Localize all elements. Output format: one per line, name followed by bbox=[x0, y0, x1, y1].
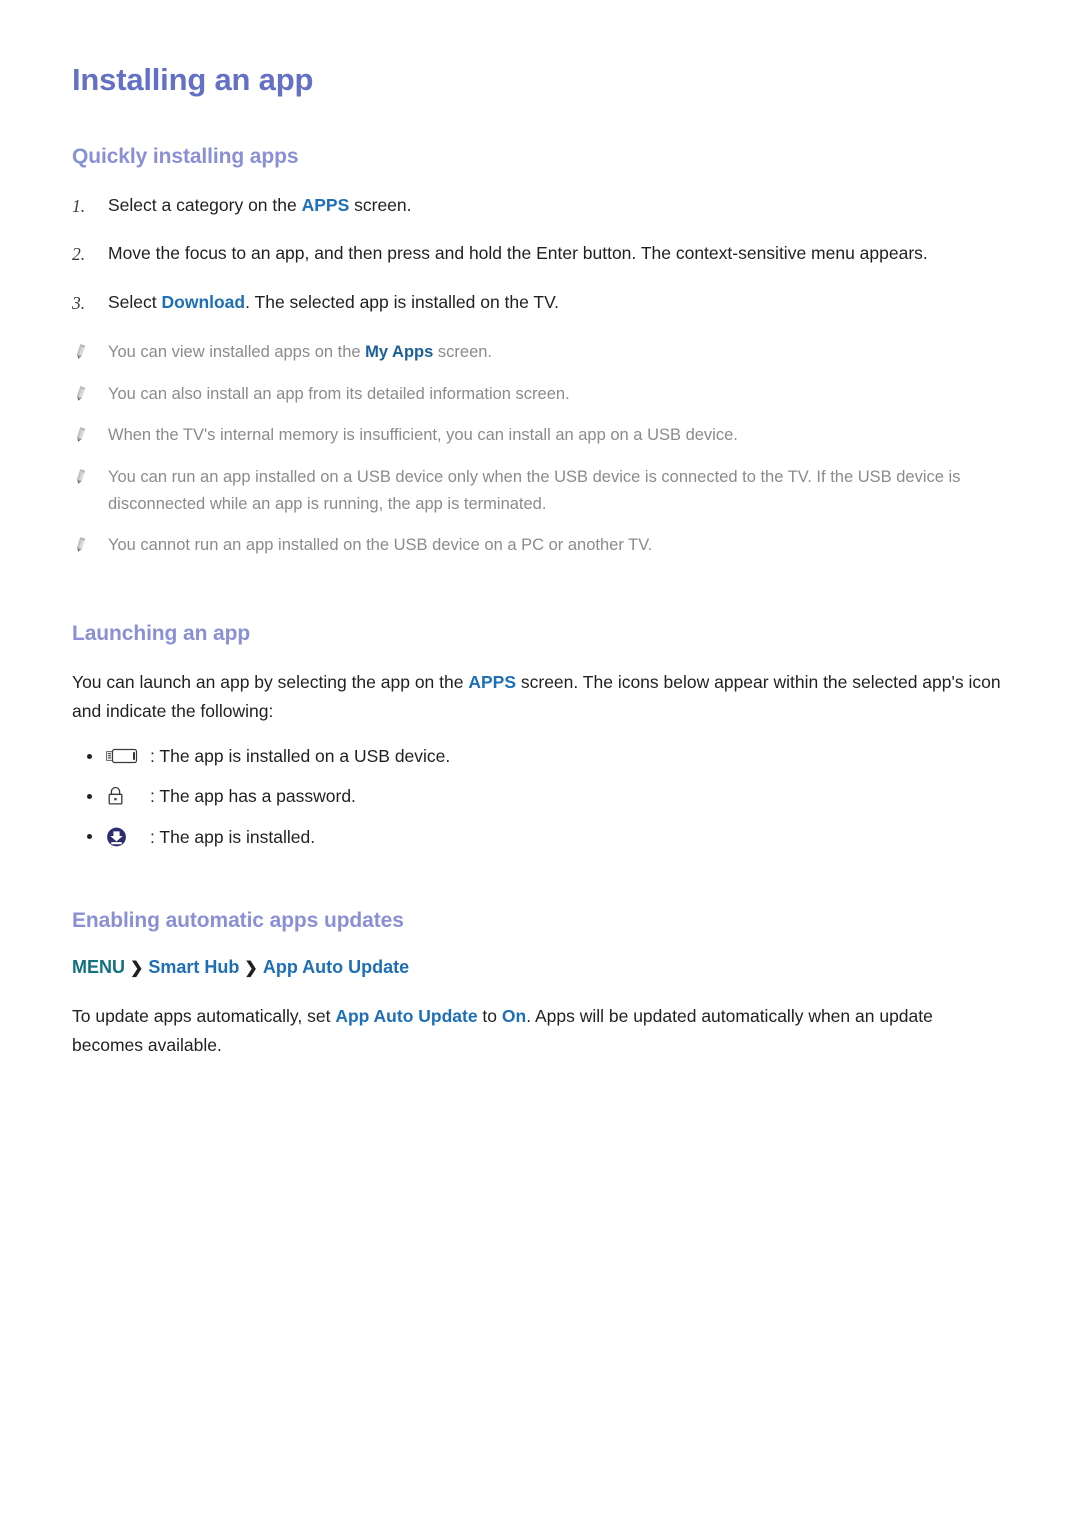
step-text: Move the focus to an app, and then press… bbox=[108, 243, 928, 264]
section-quickly-installing-apps: Quickly installing apps 1. Select a cate… bbox=[72, 144, 1018, 560]
note-text-post: screen. bbox=[433, 342, 493, 361]
inline-link-my-apps[interactable]: My Apps bbox=[365, 343, 433, 361]
step-item: 2. Move the focus to an app, and then pr… bbox=[72, 239, 1018, 268]
legend-item-usb: : The app is installed on a USB device. bbox=[72, 743, 1018, 769]
step-item: 1. Select a category on the APPS screen. bbox=[72, 191, 1018, 220]
note-text: You can also install an app from its det… bbox=[108, 384, 570, 403]
note-item: When the TV's internal memory is insuffi… bbox=[72, 422, 1018, 449]
bullet-dot bbox=[72, 753, 106, 759]
pencil-icon bbox=[72, 532, 108, 553]
note-text: You cannot run an app installed on the U… bbox=[108, 536, 653, 555]
inline-link-apps[interactable]: APPS bbox=[468, 672, 516, 692]
note-item: You can view installed apps on the My Ap… bbox=[72, 339, 1018, 366]
download-badge-icon bbox=[106, 826, 150, 848]
launch-intro-paragraph: You can launch an app by selecting the a… bbox=[72, 668, 1002, 725]
pencil-icon bbox=[72, 381, 108, 402]
launch-intro-pre: You can launch an app by selecting the a… bbox=[72, 672, 469, 693]
document-page: Installing an app Quickly installing app… bbox=[0, 0, 1080, 1527]
step-item: 3. Select Download. The selected app is … bbox=[72, 288, 1018, 317]
usb-stick-icon bbox=[106, 747, 150, 765]
section-heading-launch: Launching an app bbox=[72, 622, 251, 646]
pencil-icon bbox=[72, 422, 108, 443]
note-item: You can run an app installed on a USB de… bbox=[72, 464, 1018, 517]
step-number: 2. bbox=[72, 244, 86, 265]
step-text: Select a category on the APPS screen. bbox=[108, 191, 1018, 219]
section-heading-update: Enabling automatic apps updates bbox=[72, 908, 404, 932]
note-item: You cannot run an app installed on the U… bbox=[72, 532, 1018, 559]
page-title: Installing an app bbox=[72, 62, 314, 97]
legend-text: : The app is installed on a USB device. bbox=[150, 746, 451, 767]
inline-link-download[interactable]: Download bbox=[162, 292, 246, 312]
pencil-icon bbox=[72, 464, 108, 485]
step-text-pre: Select bbox=[108, 291, 162, 312]
step-text-post: . The selected app is installed on the T… bbox=[245, 291, 560, 312]
legend-text: : The app is installed. bbox=[150, 826, 316, 847]
padlock-icon bbox=[106, 785, 150, 807]
breadcrumb-item-smart-hub[interactable]: Smart Hub bbox=[148, 957, 239, 977]
bullet-dot bbox=[72, 793, 106, 799]
update-paragraph-pre: To update apps automatically, set bbox=[72, 1006, 336, 1027]
note-text: You can run an app installed on a USB de… bbox=[108, 468, 961, 513]
step-text-pre: Select a category on the bbox=[108, 194, 302, 215]
update-paragraph: To update apps automatically, set App Au… bbox=[72, 1002, 1002, 1059]
bullet-dot bbox=[72, 834, 106, 840]
note-item: You can also install an app from its det… bbox=[72, 381, 1018, 408]
update-paragraph-mid: to bbox=[477, 1006, 502, 1027]
install-steps-list: 1. Select a category on the APPS screen.… bbox=[72, 191, 1018, 317]
note-text: When the TV's internal memory is insuffi… bbox=[108, 426, 738, 445]
pencil-icon bbox=[72, 339, 108, 360]
chevron-right-icon: ❯ bbox=[130, 959, 144, 977]
note-text-pre: You can view installed apps on the bbox=[108, 342, 366, 361]
breadcrumb-item-app-auto-update[interactable]: App Auto Update bbox=[263, 957, 409, 977]
icon-legend-list: : The app is installed on a USB device. … bbox=[72, 743, 1018, 850]
step-text: Select Download. The selected app is ins… bbox=[108, 288, 1018, 316]
section-enabling-automatic-apps-updates: Enabling automatic apps updates MENU ❯ Sma… bbox=[72, 908, 1018, 1059]
inline-link-on[interactable]: On bbox=[502, 1006, 526, 1026]
step-text-post: screen. bbox=[349, 194, 412, 215]
legend-item-installed: : The app is installed. bbox=[72, 824, 1018, 850]
note-text: You can view installed apps on the My Ap… bbox=[108, 339, 1018, 366]
legend-item-password: : The app has a password. bbox=[72, 783, 1018, 809]
notes-list: You can view installed apps on the My Ap… bbox=[72, 339, 1018, 559]
legend-text: : The app has a password. bbox=[150, 786, 356, 807]
step-number: 1. bbox=[72, 195, 86, 216]
step-number: 3. bbox=[72, 292, 86, 313]
section-launching-an-app: Launching an app You can launch an app b… bbox=[72, 621, 1018, 850]
breadcrumb: MENU ❯ Smart Hub ❯ App Auto Update bbox=[72, 955, 1018, 980]
section-heading-quick: Quickly installing apps bbox=[72, 144, 299, 168]
chevron-right-icon: ❯ bbox=[244, 959, 258, 977]
inline-link-app-auto-update[interactable]: App Auto Update bbox=[335, 1006, 477, 1026]
breadcrumb-menu[interactable]: MENU bbox=[72, 957, 125, 977]
inline-link-apps[interactable]: APPS bbox=[302, 195, 350, 215]
